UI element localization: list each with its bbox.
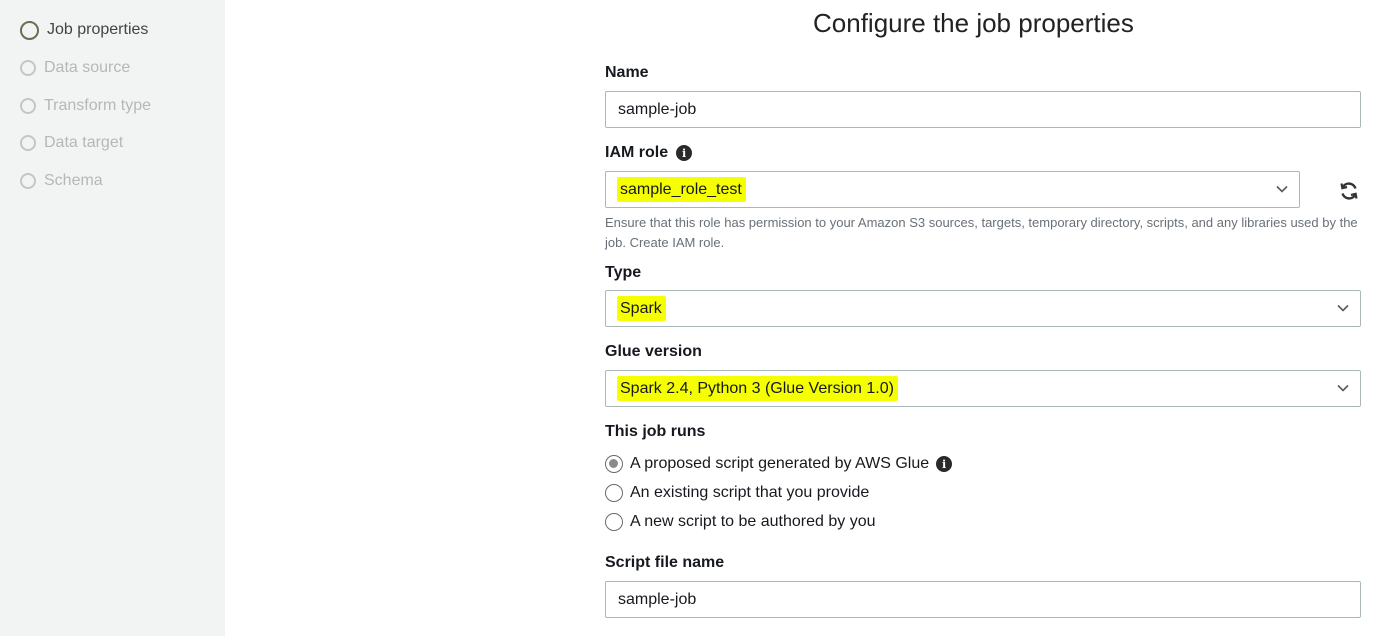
radio-label: A new script to be authored by you [630, 513, 876, 530]
name-label-text: Name [605, 64, 649, 81]
type-label-text: Type [605, 264, 642, 281]
chevron-down-icon [1337, 304, 1349, 312]
type-label: Type [605, 264, 641, 282]
job-runs-label: This job runs [605, 423, 705, 441]
script-file-label-text: Script file name [605, 554, 725, 571]
step-job-properties[interactable]: Job properties [20, 19, 148, 41]
radio-existing-script[interactable]: An existing script that you provide [605, 484, 869, 502]
iam-role-label: IAM role i [605, 144, 693, 162]
type-select[interactable]: Spark [605, 290, 1361, 327]
job-properties-form: Configure the job properties Name IAM ro… [225, 0, 1400, 636]
step-circle-icon [20, 135, 36, 151]
type-value: Spark [617, 296, 666, 321]
iam-role-label-text: IAM role [605, 144, 669, 161]
radio-proposed-script[interactable]: A proposed script generated by AWS Glue … [605, 455, 953, 473]
radio-button[interactable] [605, 513, 623, 531]
chevron-down-icon [1337, 384, 1349, 392]
page-title: Configure the job properties [813, 8, 1134, 38]
radio-button[interactable] [605, 484, 623, 502]
step-label: Data source [44, 59, 131, 76]
radio-label: An existing script that you provide [630, 484, 870, 501]
wizard-sidebar: Job properties Data source Transform typ… [0, 0, 225, 636]
script-file-label: Script file name [605, 554, 724, 572]
step-label: Data target [44, 134, 124, 151]
name-label: Name [605, 64, 649, 82]
step-label: Schema [44, 172, 103, 189]
refresh-icon[interactable] [1338, 180, 1360, 202]
step-label: Transform type [44, 97, 151, 114]
info-icon[interactable]: i [936, 456, 953, 472]
step-data-target[interactable]: Data target [20, 132, 123, 154]
glue-version-label: Glue version [605, 343, 702, 361]
script-file-input[interactable] [605, 581, 1361, 618]
step-circle-icon [20, 173, 36, 189]
radio-new-script[interactable]: A new script to be authored by you [605, 513, 875, 531]
step-transform-type[interactable]: Transform type [20, 95, 151, 117]
iam-role-value: sample_role_test [617, 177, 746, 202]
step-label: Job properties [47, 21, 149, 38]
job-runs-label-text: This job runs [605, 423, 706, 440]
step-circle-icon [20, 20, 39, 40]
radio-label: A proposed script generated by AWS Glue [630, 455, 930, 472]
iam-role-select[interactable]: sample_role_test [605, 171, 1300, 208]
glue-version-value: Spark 2.4, Python 3 (Glue Version 1.0) [617, 376, 898, 401]
glue-version-select[interactable]: Spark 2.4, Python 3 (Glue Version 1.0) [605, 370, 1361, 407]
step-data-source[interactable]: Data source [20, 57, 130, 79]
step-schema[interactable]: Schema [20, 170, 103, 192]
glue-version-label-text: Glue version [605, 343, 702, 360]
radio-button[interactable] [605, 455, 623, 473]
step-circle-icon [20, 98, 36, 114]
iam-role-hint: Ensure that this role has permission to … [605, 215, 1358, 250]
chevron-down-icon [1276, 185, 1288, 193]
info-icon[interactable]: i [676, 145, 693, 161]
step-circle-icon [20, 60, 36, 76]
name-input[interactable] [605, 91, 1361, 128]
